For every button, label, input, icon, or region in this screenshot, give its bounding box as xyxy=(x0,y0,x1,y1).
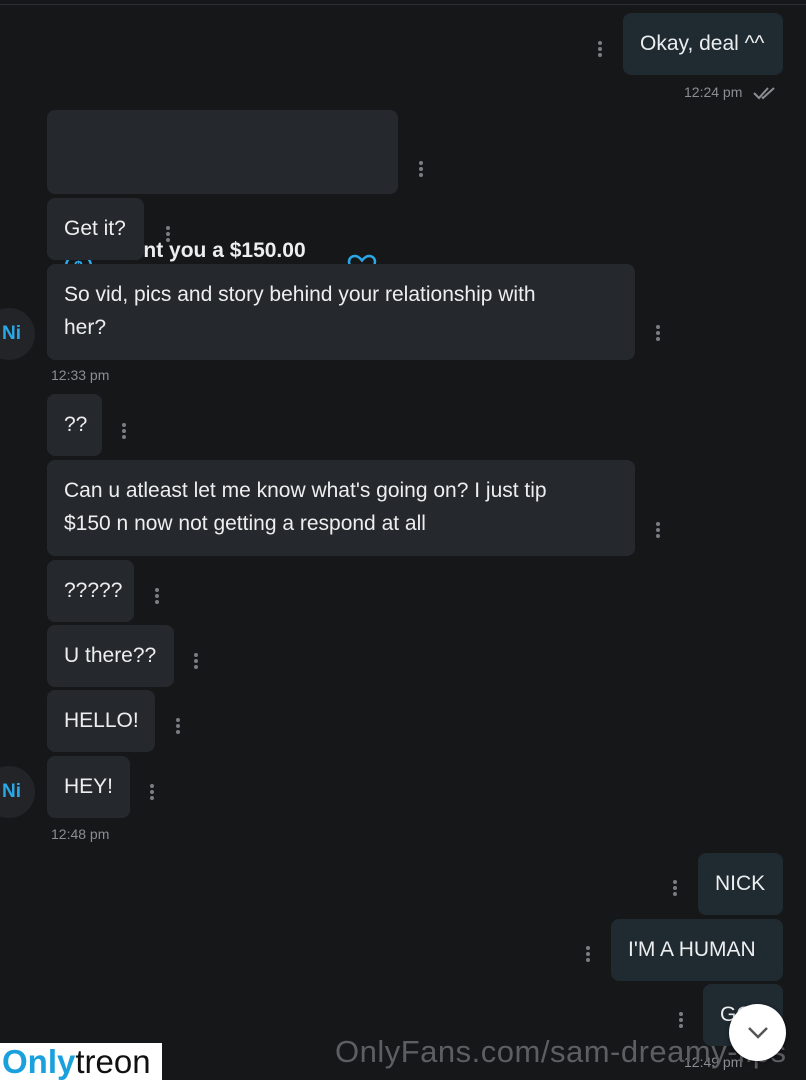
outgoing-message[interactable]: I'M A HUMAN xyxy=(611,919,783,981)
message-options-icon[interactable] xyxy=(166,226,172,246)
incoming-message[interactable]: ?? xyxy=(47,394,102,456)
message-timestamp: 12:33 pm xyxy=(51,367,110,383)
outgoing-message[interactable]: Okay, deal ^^ xyxy=(623,13,783,75)
message-options-icon[interactable] xyxy=(586,946,592,966)
incoming-message[interactable]: Get it? xyxy=(47,198,144,260)
message-options-icon[interactable] xyxy=(656,522,662,542)
incoming-message[interactable]: So vid, pics and story behind your relat… xyxy=(47,264,635,360)
tip-message[interactable]: $ I sent you a $150.00 tip Ok xyxy=(47,110,398,439)
incoming-message[interactable]: HELLO! xyxy=(47,690,155,752)
avatar[interactable]: Ni xyxy=(0,308,35,360)
incoming-message[interactable]: ????? xyxy=(47,560,134,622)
incoming-message[interactable]: Can u atleast let me know what's going o… xyxy=(47,460,635,556)
message-text: Ok xyxy=(64,413,381,443)
message-options-icon[interactable] xyxy=(150,784,156,804)
message-options-icon[interactable] xyxy=(598,41,604,61)
message-options-icon[interactable] xyxy=(194,653,200,673)
message-timestamp: 12:24 pm xyxy=(684,84,743,100)
watermark: OnlyFans.com/sam-dreamy-lips xyxy=(335,1034,787,1069)
message-options-icon[interactable] xyxy=(122,423,128,443)
message-options-icon[interactable] xyxy=(176,718,182,738)
message-options-icon[interactable] xyxy=(673,880,679,900)
double-check-icon xyxy=(753,87,775,100)
avatar[interactable]: Ni xyxy=(0,766,35,818)
incoming-message[interactable]: HEY! xyxy=(47,756,130,818)
logo: Onlytreon xyxy=(0,1043,162,1080)
top-divider xyxy=(0,4,806,5)
scroll-down-button[interactable] xyxy=(729,1004,786,1061)
incoming-message[interactable]: U there?? xyxy=(47,625,174,687)
chevron-down-icon xyxy=(747,1026,768,1039)
message-options-icon[interactable] xyxy=(656,325,662,345)
message-timestamp: 12:48 pm xyxy=(51,826,110,842)
message-options-icon[interactable] xyxy=(679,1012,685,1032)
message-options-icon[interactable] xyxy=(155,588,161,608)
outgoing-message[interactable]: NICK xyxy=(698,853,783,915)
message-options-icon[interactable] xyxy=(419,161,425,181)
